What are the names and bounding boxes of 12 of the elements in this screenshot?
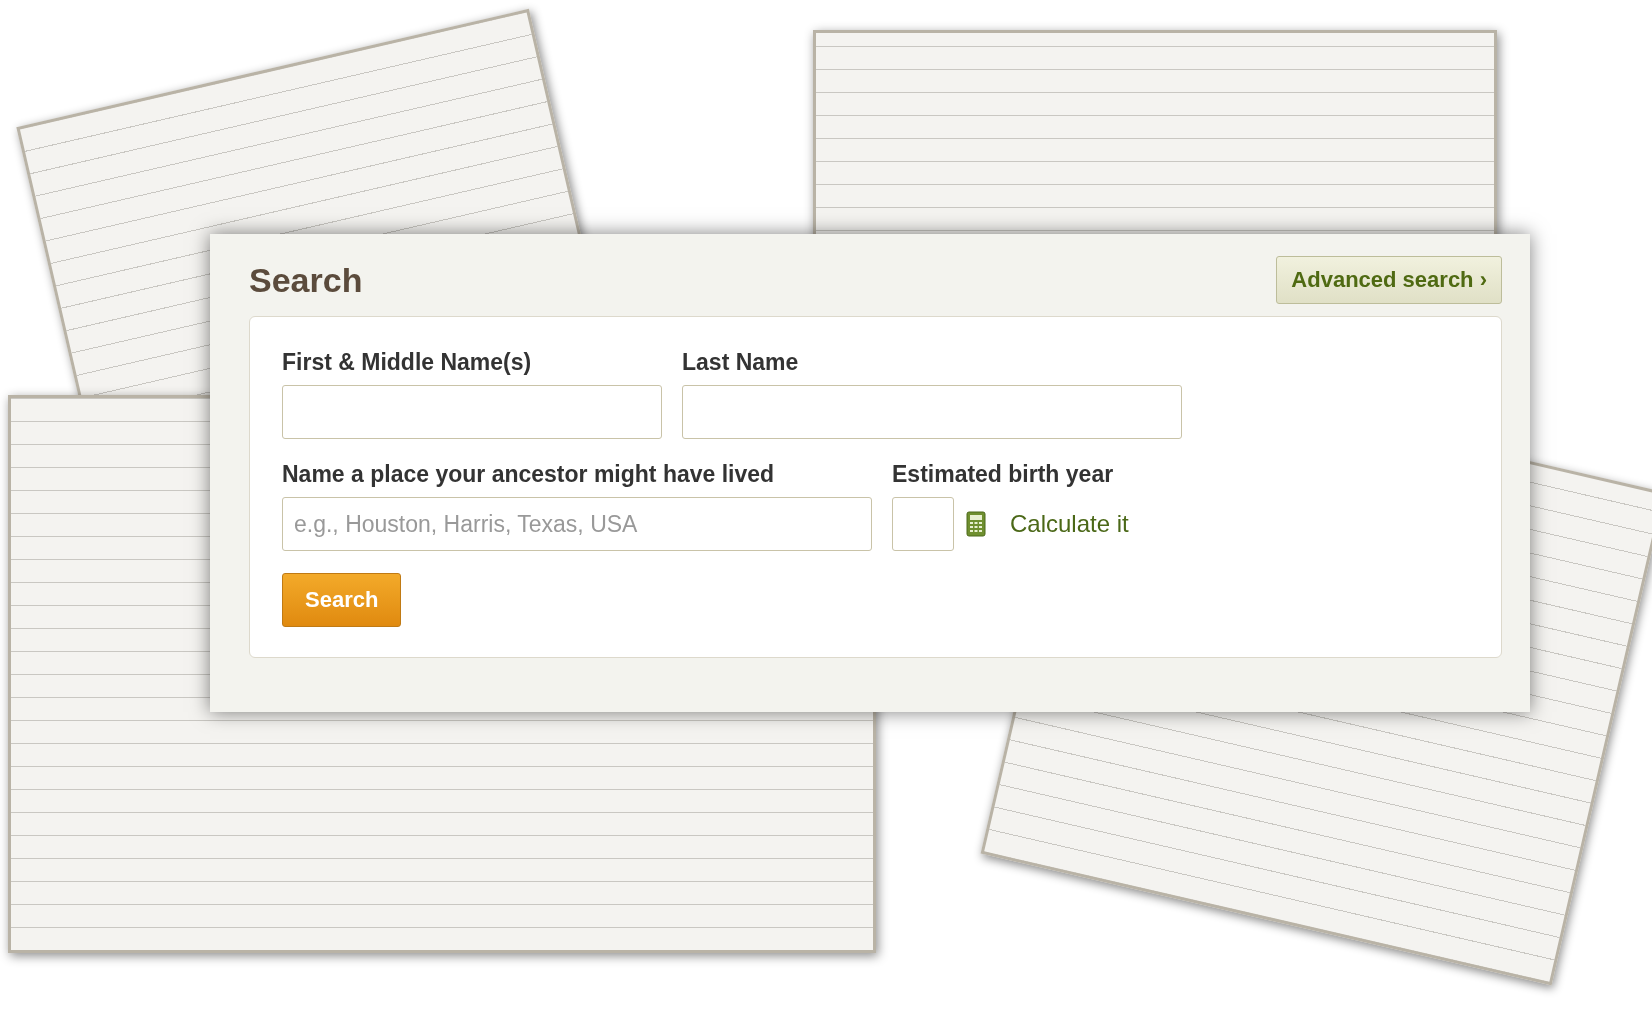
name-input-field[interactable] [282,385,662,439]
field-label: Last Name [682,349,800,376]
field-label: Estimated birth year [892,461,1115,488]
field-label: First & Middle Name(s) [282,349,533,376]
birth-year-input-field[interactable] [892,497,954,551]
name-input-field[interactable] [682,385,1182,439]
panel-title: Search [249,260,363,300]
advanced-search-link[interactable]: Advanced search › [1276,256,1502,304]
calculate-link[interactable]: Calculate it [1010,510,1129,538]
field-label: Name a place your ancestor might have lived [282,461,776,488]
calculator-icon[interactable] [966,511,986,537]
place-input-field[interactable]: e.g., Houston, Harris, Texas, USA [282,497,872,551]
